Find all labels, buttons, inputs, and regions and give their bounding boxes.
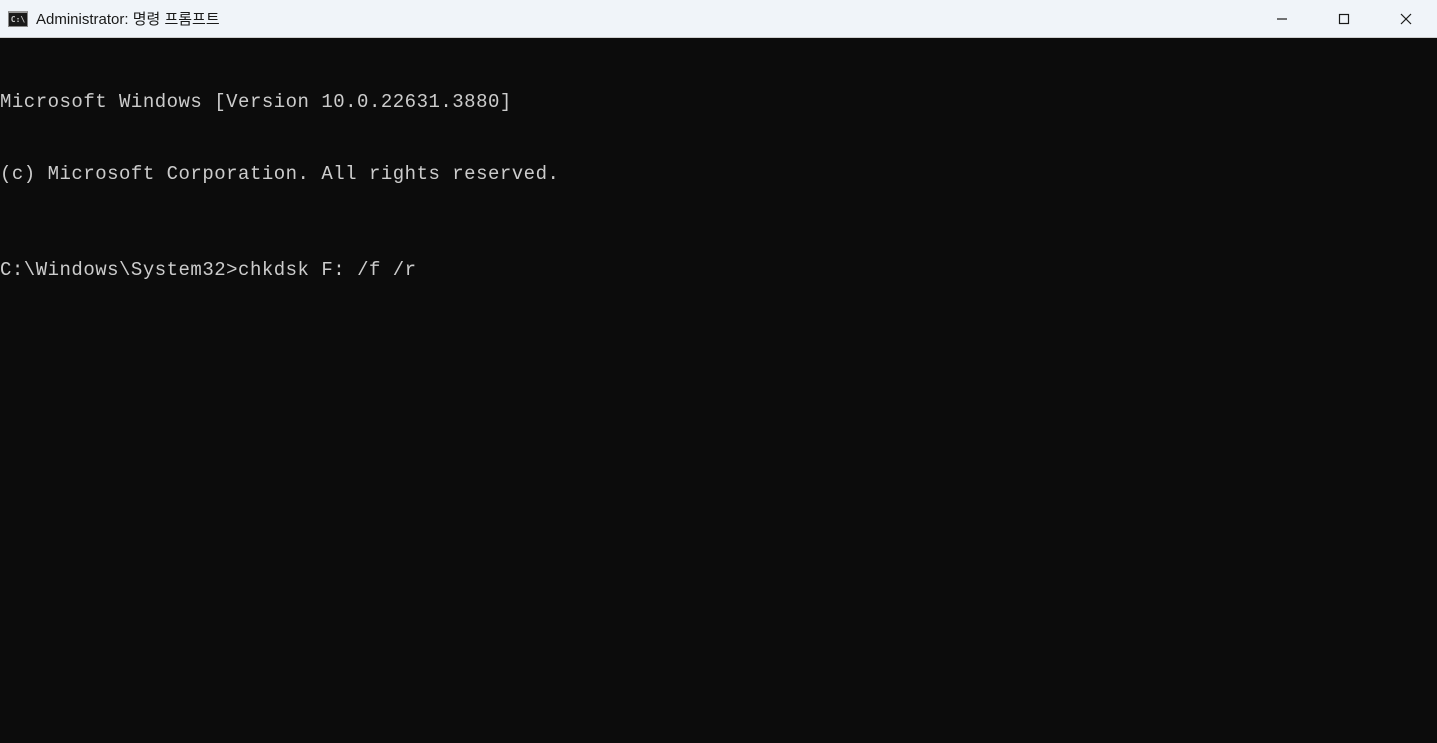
output-line-copyright: (c) Microsoft Corporation. All rights re… <box>0 162 1437 186</box>
close-button[interactable] <box>1375 0 1437 37</box>
minimize-icon <box>1276 13 1288 25</box>
minimize-button[interactable] <box>1251 0 1313 37</box>
prompt-line: C:\Windows\System32>chkdsk F: /f /r <box>0 258 1437 282</box>
titlebar-controls <box>1251 0 1437 37</box>
close-icon <box>1400 13 1412 25</box>
maximize-icon <box>1338 13 1350 25</box>
prompt-path: C:\Windows\System32> <box>0 259 238 281</box>
maximize-button[interactable] <box>1313 0 1375 37</box>
cmd-icon: C:\ <box>8 11 28 27</box>
window-title: Administrator: 명령 프롬프트 <box>36 8 220 29</box>
terminal-area[interactable]: Microsoft Windows [Version 10.0.22631.38… <box>0 38 1437 743</box>
titlebar-left: C:\ Administrator: 명령 프롬프트 <box>0 8 220 29</box>
output-line-version: Microsoft Windows [Version 10.0.22631.38… <box>0 90 1437 114</box>
window-titlebar: C:\ Administrator: 명령 프롬프트 <box>0 0 1437 38</box>
command-input[interactable]: chkdsk F: /f /r <box>238 259 417 281</box>
